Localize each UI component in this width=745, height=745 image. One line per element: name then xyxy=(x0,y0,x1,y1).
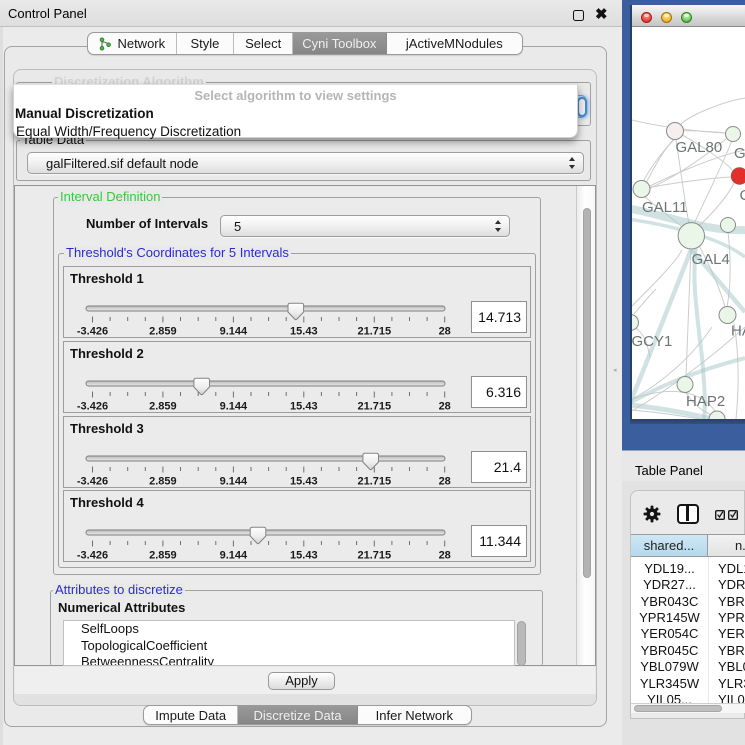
svg-text:15.43: 15.43 xyxy=(290,476,318,488)
svg-text:GAL2: GAL2 xyxy=(734,145,745,162)
svg-text:HA: HA xyxy=(731,323,745,340)
svg-text:-3.426: -3.426 xyxy=(77,401,108,413)
svg-text:GAL4: GAL4 xyxy=(692,251,730,268)
svg-text:21.715: 21.715 xyxy=(357,401,391,413)
svg-text:21.715: 21.715 xyxy=(357,326,391,338)
svg-text:28: 28 xyxy=(439,401,451,413)
svg-text:9.144: 9.144 xyxy=(220,550,248,562)
svg-text:GAL80: GAL80 xyxy=(676,139,723,156)
svg-text:GAL11: GAL11 xyxy=(642,199,688,216)
svg-text:-3.426: -3.426 xyxy=(77,476,108,488)
svg-text:2.859: 2.859 xyxy=(149,401,177,413)
svg-text:15.43: 15.43 xyxy=(290,401,318,413)
svg-text:-3.426: -3.426 xyxy=(77,326,108,338)
svg-text:9.144: 9.144 xyxy=(220,476,248,488)
svg-text:2.859: 2.859 xyxy=(149,326,177,338)
svg-text:15.43: 15.43 xyxy=(290,326,318,338)
svg-text:9.144: 9.144 xyxy=(220,326,248,338)
svg-text:28: 28 xyxy=(439,326,451,338)
svg-text:28: 28 xyxy=(439,476,451,488)
svg-text:CC: CC xyxy=(740,187,745,204)
svg-text:21.715: 21.715 xyxy=(357,550,391,562)
svg-text:2.859: 2.859 xyxy=(149,476,177,488)
svg-text:28: 28 xyxy=(439,550,451,562)
svg-text:2.859: 2.859 xyxy=(149,550,177,562)
svg-text:21.715: 21.715 xyxy=(357,476,391,488)
svg-text:9.144: 9.144 xyxy=(220,401,248,413)
svg-text:GCY1: GCY1 xyxy=(632,333,672,350)
svg-text:HAP2: HAP2 xyxy=(686,393,725,410)
svg-text:-3.426: -3.426 xyxy=(77,550,108,562)
svg-text:15.43: 15.43 xyxy=(290,550,318,562)
